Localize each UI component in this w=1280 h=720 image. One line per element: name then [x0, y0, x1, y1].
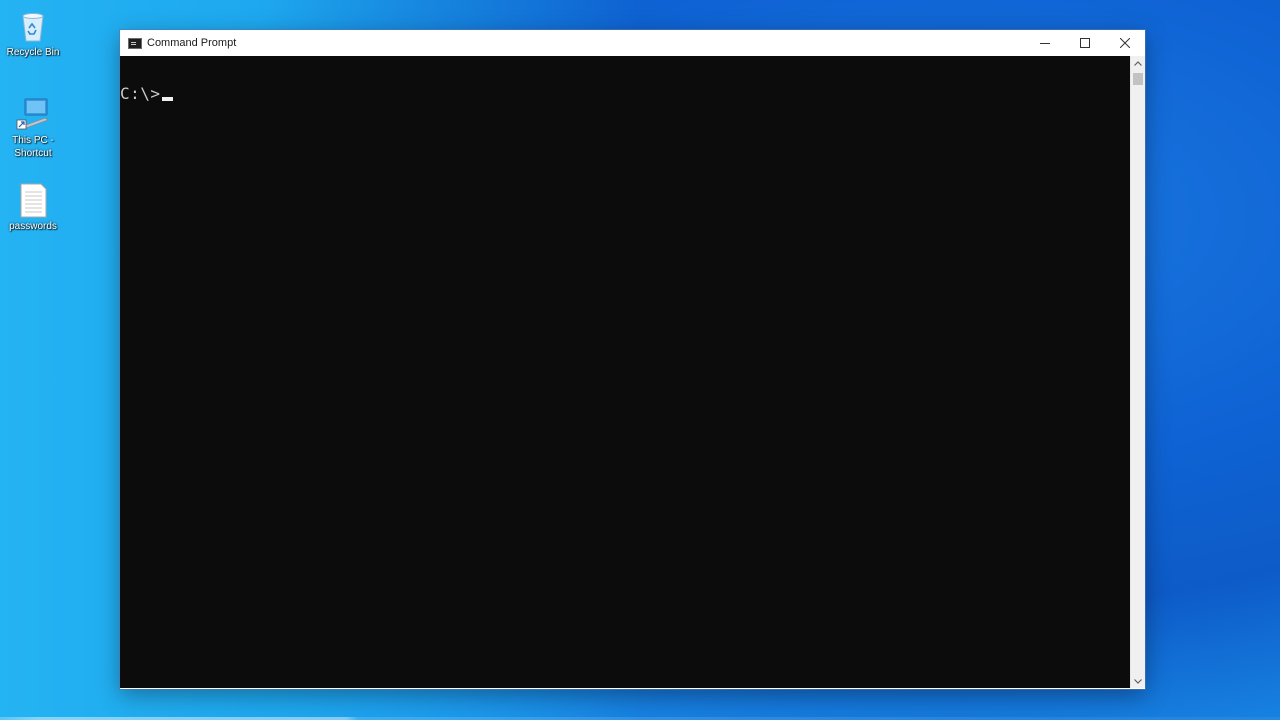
command-prompt-window[interactable]: Command Prompt C:\>	[120, 30, 1145, 689]
text-file-icon	[15, 182, 51, 218]
desktop-icon-label: Recycle Bin	[6, 47, 60, 58]
window-controls	[1025, 30, 1145, 56]
window-title: Command Prompt	[147, 37, 237, 49]
desktop-icon-passwords[interactable]: passwords	[4, 182, 62, 233]
title-bar[interactable]: Command Prompt	[120, 30, 1145, 56]
desktop-icon-label: This PC - Shortcut	[12, 135, 54, 159]
console-icon	[128, 37, 142, 49]
chevron-up-icon	[1134, 60, 1142, 66]
vertical-scrollbar[interactable]	[1130, 56, 1145, 688]
close-icon	[1120, 38, 1130, 48]
minimize-icon	[1040, 43, 1050, 44]
desktop-icon-label: passwords	[9, 221, 57, 232]
text-cursor	[161, 97, 173, 101]
scroll-thumb[interactable]	[1133, 73, 1143, 85]
close-button[interactable]	[1105, 30, 1145, 56]
maximize-icon	[1080, 38, 1090, 48]
chevron-down-icon	[1134, 678, 1142, 684]
desktop-icon-this-pc-shortcut[interactable]: This PC - Shortcut	[4, 96, 62, 160]
scroll-up-button[interactable]	[1131, 56, 1145, 70]
recycle-bin-icon	[15, 8, 51, 44]
console-prompt-line: C:\>	[120, 84, 173, 104]
scroll-down-button[interactable]	[1131, 674, 1145, 688]
desktop-icon-recycle-bin[interactable]: Recycle Bin	[4, 8, 62, 59]
console-area[interactable]: C:\>	[120, 56, 1130, 688]
minimize-button[interactable]	[1025, 30, 1065, 56]
console-prompt: C:\>	[120, 84, 161, 103]
maximize-button[interactable]	[1065, 30, 1105, 56]
computer-icon	[15, 96, 51, 132]
